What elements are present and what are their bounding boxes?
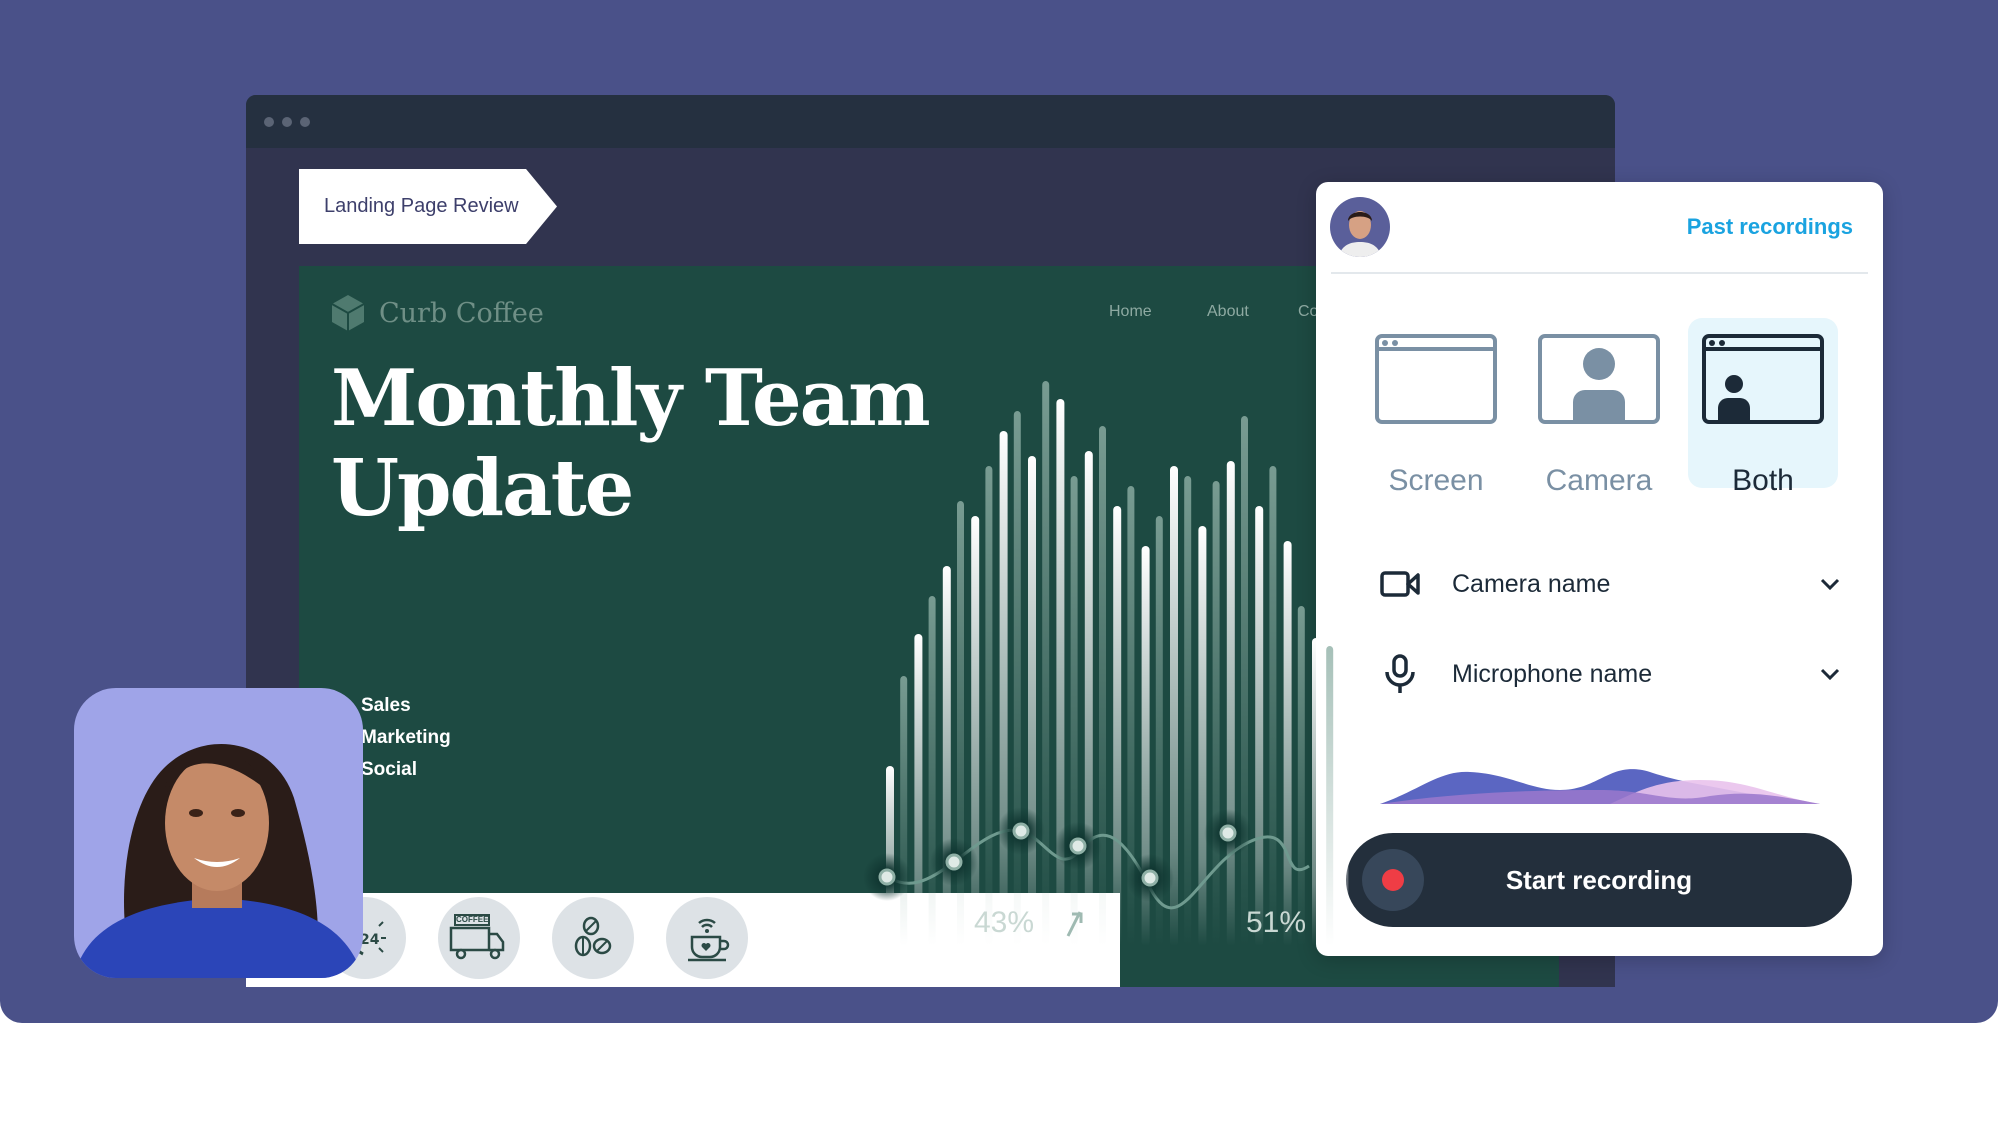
chevron-down-icon [1820, 668, 1840, 680]
decorative-bar [1084, 451, 1093, 946]
decorative-bar [1212, 481, 1220, 946]
decorative-bar [1028, 456, 1036, 946]
graph-node [1069, 837, 1087, 855]
browser-titlebar [246, 95, 1615, 148]
decorative-bar [1269, 466, 1277, 946]
decorative-bar [1241, 416, 1248, 946]
decorative-bar [1340, 576, 1349, 946]
user-avatar[interactable] [1330, 197, 1390, 257]
decorative-bar [1099, 426, 1106, 946]
window-dot[interactable] [300, 117, 310, 127]
graph-node [878, 868, 896, 886]
decorative-bar [1013, 411, 1021, 946]
mode-label: Both [1732, 464, 1794, 497]
screen-and-camera-icon [1702, 334, 1824, 424]
graph-node [1219, 824, 1237, 842]
arrow-up-icon [1066, 911, 1083, 937]
decorative-bar [1042, 381, 1050, 946]
window-dot[interactable] [282, 117, 292, 127]
decorative-bar [1283, 541, 1292, 946]
decorative-bar [900, 676, 908, 946]
graph-node [945, 853, 963, 871]
graph-node [1141, 869, 1159, 887]
decorative-bar [971, 516, 980, 946]
decorative-bar-graphic [863, 381, 1349, 946]
decorative-bar [1226, 461, 1235, 946]
stat-label: 51% [1246, 906, 1307, 939]
decorative-bar [928, 596, 936, 946]
decorative-bar [1113, 506, 1122, 946]
landing-page-preview: Curb Coffee Home About Co Monthly Team U… [299, 266, 1559, 987]
decorative-bar [1326, 646, 1334, 946]
page-label-tab[interactable]: Landing Page Review [299, 169, 557, 244]
window-dot[interactable] [264, 117, 274, 127]
decorative-bar [942, 566, 951, 946]
decorative-bar [1184, 476, 1192, 946]
decorative-bar [914, 634, 923, 946]
chevron-down-icon [1820, 578, 1840, 590]
stat-label: 43% [974, 906, 1035, 939]
graph-node [1012, 822, 1030, 840]
decorative-bar [1297, 606, 1305, 946]
past-recordings-link[interactable]: Past recordings [1687, 214, 1853, 240]
decorative-bar [1070, 476, 1078, 946]
mode-both[interactable]: Both [1688, 318, 1838, 497]
decorative-bar [985, 466, 993, 946]
decorative-bar [1312, 638, 1320, 946]
decorative-bar [999, 431, 1008, 946]
decorative-bar [1255, 506, 1264, 946]
